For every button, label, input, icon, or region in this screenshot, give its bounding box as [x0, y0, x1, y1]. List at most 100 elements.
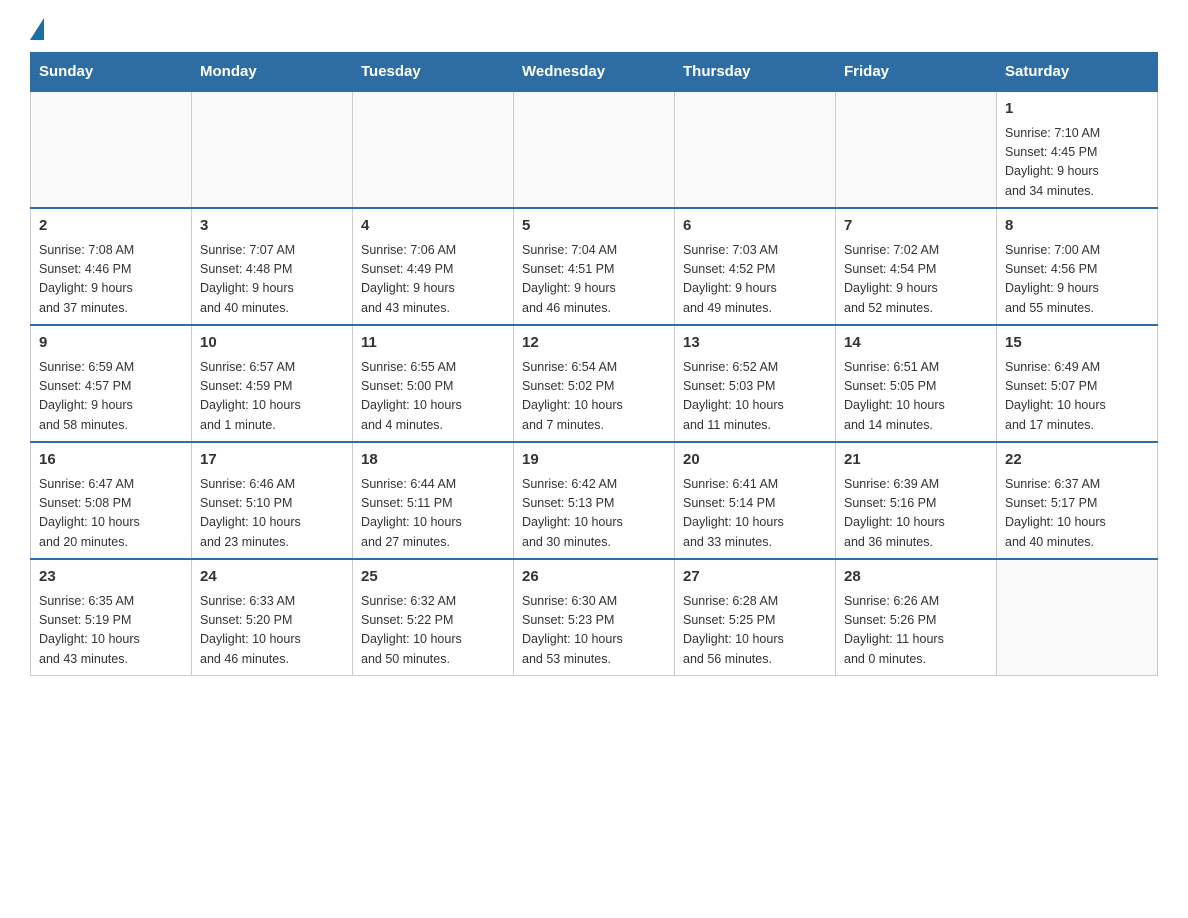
day-info: Sunrise: 7:06 AM Sunset: 4:49 PM Dayligh…	[361, 241, 505, 319]
day-number: 18	[361, 449, 505, 472]
calendar-cell: 27 Sunrise: 6:28 AM Sunset: 5:25 PM Dayli…	[675, 559, 836, 676]
calendar-week-row: 2 Sunrise: 7:08 AM Sunset: 4:46 PM Daylig…	[31, 208, 1158, 325]
calendar-cell	[31, 91, 192, 208]
calendar-cell: 9 Sunrise: 6:59 AM Sunset: 4:57 PM Daylig…	[31, 325, 192, 442]
calendar-cell: 7 Sunrise: 7:02 AM Sunset: 4:54 PM Daylig…	[836, 208, 997, 325]
calendar-cell	[353, 91, 514, 208]
logo-triangle-icon	[30, 18, 44, 40]
logo	[30, 20, 44, 42]
day-info: Sunrise: 6:26 AM Sunset: 5:26 PM Dayligh…	[844, 592, 988, 670]
weekday-header-sunday: Sunday	[31, 53, 192, 92]
day-info: Sunrise: 6:28 AM Sunset: 5:25 PM Dayligh…	[683, 592, 827, 670]
day-info: Sunrise: 7:07 AM Sunset: 4:48 PM Dayligh…	[200, 241, 344, 319]
day-info: Sunrise: 6:30 AM Sunset: 5:23 PM Dayligh…	[522, 592, 666, 670]
day-info: Sunrise: 7:02 AM Sunset: 4:54 PM Dayligh…	[844, 241, 988, 319]
calendar-cell: 22 Sunrise: 6:37 AM Sunset: 5:17 PM Dayli…	[997, 442, 1158, 559]
day-number: 22	[1005, 449, 1149, 472]
day-number: 25	[361, 566, 505, 589]
calendar-cell: 11 Sunrise: 6:55 AM Sunset: 5:00 PM Dayli…	[353, 325, 514, 442]
day-info: Sunrise: 7:04 AM Sunset: 4:51 PM Dayligh…	[522, 241, 666, 319]
calendar-cell: 5 Sunrise: 7:04 AM Sunset: 4:51 PM Daylig…	[514, 208, 675, 325]
calendar-table: SundayMondayTuesdayWednesdayThursdayFrid…	[30, 52, 1158, 676]
calendar-cell	[836, 91, 997, 208]
day-number: 19	[522, 449, 666, 472]
calendar-cell: 14 Sunrise: 6:51 AM Sunset: 5:05 PM Dayli…	[836, 325, 997, 442]
weekday-header-tuesday: Tuesday	[353, 53, 514, 92]
day-number: 8	[1005, 215, 1149, 238]
day-info: Sunrise: 6:51 AM Sunset: 5:05 PM Dayligh…	[844, 358, 988, 436]
calendar-cell	[192, 91, 353, 208]
day-info: Sunrise: 6:32 AM Sunset: 5:22 PM Dayligh…	[361, 592, 505, 670]
day-number: 24	[200, 566, 344, 589]
day-number: 4	[361, 215, 505, 238]
weekday-header-thursday: Thursday	[675, 53, 836, 92]
calendar-cell: 3 Sunrise: 7:07 AM Sunset: 4:48 PM Daylig…	[192, 208, 353, 325]
day-info: Sunrise: 6:46 AM Sunset: 5:10 PM Dayligh…	[200, 475, 344, 553]
day-number: 5	[522, 215, 666, 238]
calendar-cell: 10 Sunrise: 6:57 AM Sunset: 4:59 PM Dayli…	[192, 325, 353, 442]
day-info: Sunrise: 6:47 AM Sunset: 5:08 PM Dayligh…	[39, 475, 183, 553]
day-number: 2	[39, 215, 183, 238]
day-info: Sunrise: 6:59 AM Sunset: 4:57 PM Dayligh…	[39, 358, 183, 436]
day-info: Sunrise: 7:00 AM Sunset: 4:56 PM Dayligh…	[1005, 241, 1149, 319]
day-number: 28	[844, 566, 988, 589]
calendar-cell: 26 Sunrise: 6:30 AM Sunset: 5:23 PM Dayli…	[514, 559, 675, 676]
calendar-header-row: SundayMondayTuesdayWednesdayThursdayFrid…	[31, 53, 1158, 92]
day-number: 12	[522, 332, 666, 355]
day-number: 15	[1005, 332, 1149, 355]
day-info: Sunrise: 7:03 AM Sunset: 4:52 PM Dayligh…	[683, 241, 827, 319]
day-info: Sunrise: 6:42 AM Sunset: 5:13 PM Dayligh…	[522, 475, 666, 553]
day-number: 6	[683, 215, 827, 238]
day-number: 13	[683, 332, 827, 355]
weekday-header-wednesday: Wednesday	[514, 53, 675, 92]
day-info: Sunrise: 6:44 AM Sunset: 5:11 PM Dayligh…	[361, 475, 505, 553]
calendar-cell: 18 Sunrise: 6:44 AM Sunset: 5:11 PM Dayli…	[353, 442, 514, 559]
day-info: Sunrise: 6:39 AM Sunset: 5:16 PM Dayligh…	[844, 475, 988, 553]
day-info: Sunrise: 7:10 AM Sunset: 4:45 PM Dayligh…	[1005, 124, 1149, 202]
day-info: Sunrise: 6:33 AM Sunset: 5:20 PM Dayligh…	[200, 592, 344, 670]
calendar-cell: 1Sunrise: 7:10 AM Sunset: 4:45 PM Daylig…	[997, 91, 1158, 208]
day-number: 23	[39, 566, 183, 589]
calendar-cell	[675, 91, 836, 208]
calendar-cell: 13 Sunrise: 6:52 AM Sunset: 5:03 PM Dayli…	[675, 325, 836, 442]
day-info: Sunrise: 6:37 AM Sunset: 5:17 PM Dayligh…	[1005, 475, 1149, 553]
day-info: Sunrise: 6:55 AM Sunset: 5:00 PM Dayligh…	[361, 358, 505, 436]
day-number: 16	[39, 449, 183, 472]
day-number: 9	[39, 332, 183, 355]
calendar-cell: 28 Sunrise: 6:26 AM Sunset: 5:26 PM Dayli…	[836, 559, 997, 676]
weekday-header-friday: Friday	[836, 53, 997, 92]
calendar-week-row: 16 Sunrise: 6:47 AM Sunset: 5:08 PM Dayli…	[31, 442, 1158, 559]
calendar-cell: 12 Sunrise: 6:54 AM Sunset: 5:02 PM Dayli…	[514, 325, 675, 442]
day-number: 21	[844, 449, 988, 472]
day-number: 3	[200, 215, 344, 238]
calendar-cell: 2 Sunrise: 7:08 AM Sunset: 4:46 PM Daylig…	[31, 208, 192, 325]
day-info: Sunrise: 6:54 AM Sunset: 5:02 PM Dayligh…	[522, 358, 666, 436]
weekday-header-saturday: Saturday	[997, 53, 1158, 92]
day-info: Sunrise: 6:41 AM Sunset: 5:14 PM Dayligh…	[683, 475, 827, 553]
day-number: 7	[844, 215, 988, 238]
day-number: 26	[522, 566, 666, 589]
day-info: Sunrise: 6:35 AM Sunset: 5:19 PM Dayligh…	[39, 592, 183, 670]
calendar-cell: 17 Sunrise: 6:46 AM Sunset: 5:10 PM Dayli…	[192, 442, 353, 559]
day-number: 11	[361, 332, 505, 355]
calendar-cell: 16 Sunrise: 6:47 AM Sunset: 5:08 PM Dayli…	[31, 442, 192, 559]
calendar-cell: 19 Sunrise: 6:42 AM Sunset: 5:13 PM Dayli…	[514, 442, 675, 559]
calendar-week-row: 9 Sunrise: 6:59 AM Sunset: 4:57 PM Daylig…	[31, 325, 1158, 442]
day-info: Sunrise: 6:57 AM Sunset: 4:59 PM Dayligh…	[200, 358, 344, 436]
calendar-cell: 25 Sunrise: 6:32 AM Sunset: 5:22 PM Dayli…	[353, 559, 514, 676]
calendar-cell: 20 Sunrise: 6:41 AM Sunset: 5:14 PM Dayli…	[675, 442, 836, 559]
day-number: 10	[200, 332, 344, 355]
day-number: 27	[683, 566, 827, 589]
day-number: 17	[200, 449, 344, 472]
calendar-cell: 23 Sunrise: 6:35 AM Sunset: 5:19 PM Dayli…	[31, 559, 192, 676]
calendar-cell	[514, 91, 675, 208]
calendar-week-row: 23 Sunrise: 6:35 AM Sunset: 5:19 PM Dayli…	[31, 559, 1158, 676]
calendar-cell: 4 Sunrise: 7:06 AM Sunset: 4:49 PM Daylig…	[353, 208, 514, 325]
day-info: Sunrise: 6:52 AM Sunset: 5:03 PM Dayligh…	[683, 358, 827, 436]
day-info: Sunrise: 7:08 AM Sunset: 4:46 PM Dayligh…	[39, 241, 183, 319]
calendar-cell: 6 Sunrise: 7:03 AM Sunset: 4:52 PM Daylig…	[675, 208, 836, 325]
calendar-week-row: 1Sunrise: 7:10 AM Sunset: 4:45 PM Daylig…	[31, 91, 1158, 208]
day-number: 20	[683, 449, 827, 472]
weekday-header-monday: Monday	[192, 53, 353, 92]
day-number: 14	[844, 332, 988, 355]
